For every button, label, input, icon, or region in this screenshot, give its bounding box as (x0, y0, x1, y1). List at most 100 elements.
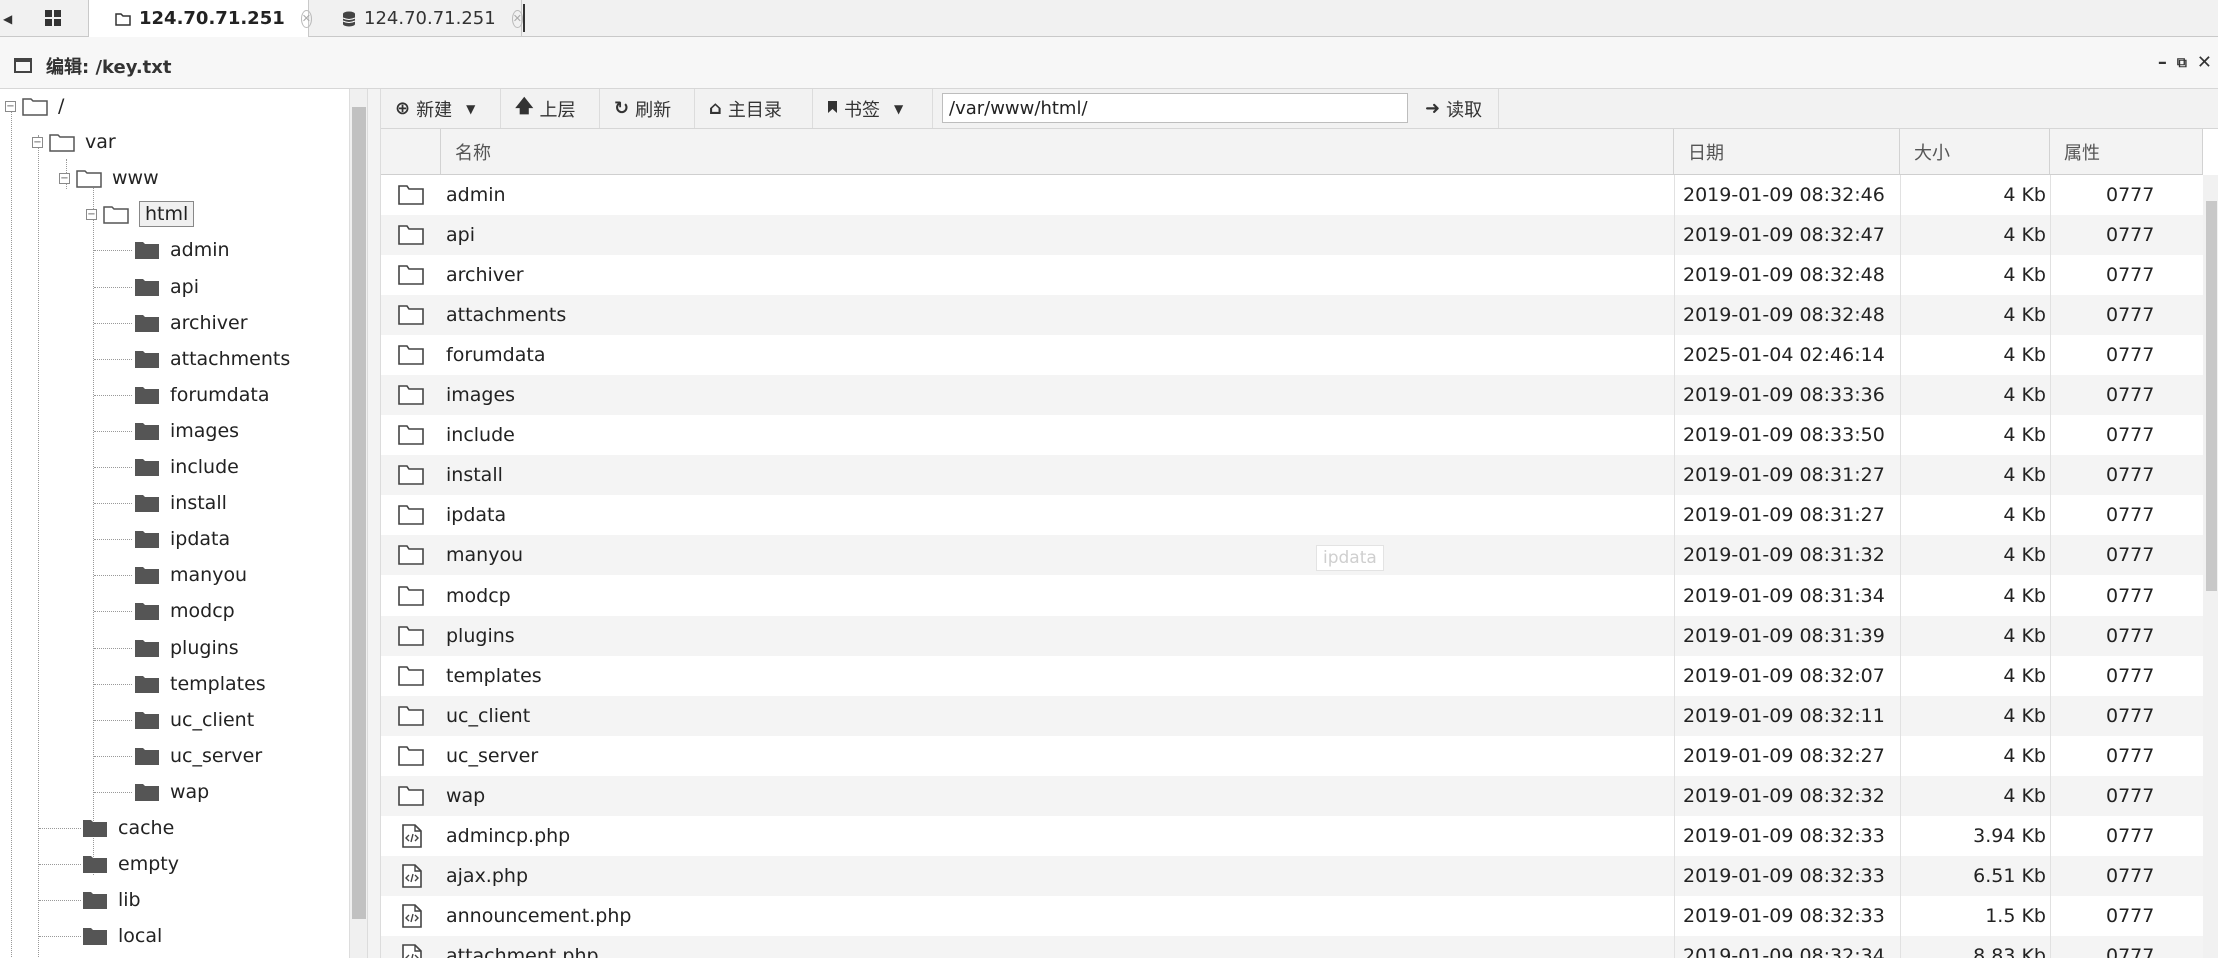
file-size-cell: 4 Kb (2003, 784, 2046, 807)
table-row[interactable]: admin 2019-01-09 08:32:46 4 Kb 0777 (381, 175, 2203, 215)
tree-node-root[interactable]: − / (5, 91, 64, 121)
tree-connector (94, 250, 132, 252)
tab-label: 124.70.71.251 (139, 8, 285, 29)
new-button[interactable]: ⊕ 新建 ▼ (381, 89, 501, 128)
tree-node-folder[interactable]: lib (82, 885, 141, 915)
tree-node-folder[interactable]: cache (82, 813, 174, 843)
refresh-icon: ↻ (614, 98, 630, 119)
table-row[interactable]: forumdata 2025-01-04 02:46:14 4 Kb 0777 (381, 335, 2203, 375)
file-name-cell: install (446, 464, 503, 487)
tree-node-folder[interactable]: manyou (134, 560, 247, 590)
tree-connector (94, 755, 132, 757)
tree-node-folder[interactable]: uc_server (134, 741, 262, 771)
table-row[interactable]: wap 2019-01-09 08:32:32 4 Kb 0777 (381, 775, 2203, 816)
table-row[interactable]: plugins 2019-01-09 08:31:39 4 Kb 0777 (381, 615, 2203, 656)
table-row[interactable]: api 2019-01-09 08:32:47 4 Kb 0777 (381, 215, 2203, 256)
file-date-cell: 2019-01-09 08:32:33 (1683, 904, 1885, 927)
tree-node-label: include (170, 456, 239, 478)
table-row[interactable]: ajax.php 2019-01-09 08:32:33 6.51 Kb 0777 (381, 855, 2203, 896)
table-row[interactable]: templates 2019-01-09 08:32:07 4 Kb 0777 (381, 656, 2203, 696)
code-file-icon (402, 864, 422, 888)
table-row[interactable]: ipdata 2019-01-09 08:31:27 4 Kb 0777 (381, 495, 2203, 535)
tree-node-folder[interactable]: archiver (134, 308, 248, 338)
table-row[interactable]: include 2019-01-09 08:33:50 4 Kb 0777 (381, 415, 2203, 455)
path-input[interactable] (942, 93, 1408, 123)
tree-node-folder[interactable]: modcp (134, 596, 235, 626)
tree-node-folder[interactable]: install (134, 488, 227, 518)
table-row[interactable]: manyou 2019-01-09 08:31:32 4 Kb 0777 (381, 535, 2203, 576)
close-button[interactable]: ✕ (2197, 52, 2212, 74)
tree-node-label: cache (118, 817, 175, 839)
apps-grid-button[interactable] (18, 0, 89, 36)
tree-node-www[interactable]: − www (59, 163, 159, 193)
table-row[interactable]: admincp.php 2019-01-09 08:32:33 3.94 Kb 077… (381, 816, 2203, 856)
table-row[interactable]: archiver 2019-01-09 08:32:48 4 Kb 0777 (381, 255, 2203, 295)
read-button[interactable]: ➜ 读取 (1411, 89, 1499, 128)
bookmark-button[interactable]: 书签 ▼ (813, 89, 933, 128)
file-name-cell: modcp (446, 584, 511, 607)
folder-icon (134, 529, 160, 549)
table-row[interactable]: attachment.php 2019-01-09 08:32:34 8.83 Kb… (381, 935, 2203, 958)
directory-tree: − / − var − www − html admin api archiver attachmen… (0, 89, 352, 958)
name-column-header[interactable]: 名称 (441, 129, 1674, 174)
up-button[interactable]: 🡅 上层 (501, 89, 600, 128)
tree-scrollbar[interactable] (349, 89, 367, 958)
table-row[interactable]: modcp 2019-01-09 08:31:34 4 Kb 0777 (381, 576, 2203, 616)
date-column-header[interactable]: 日期 (1674, 129, 1900, 174)
tree-node-folder[interactable]: images (134, 416, 239, 446)
table-row[interactable]: uc_client 2019-01-09 08:32:11 4 Kb 0777 (381, 695, 2203, 736)
tree-node-folder[interactable]: admin (134, 235, 230, 265)
folder-icon (134, 710, 160, 730)
tree-node-folder[interactable]: plugins (134, 633, 239, 663)
grid-scrollbar[interactable] (2203, 175, 2218, 958)
folder-icon (134, 349, 160, 369)
tree-connector (94, 719, 132, 721)
tree-collapse-toggle[interactable]: − (5, 100, 16, 112)
file-perm-cell: 0777 (2106, 264, 2155, 287)
file-size-cell: 6.51 Kb (1973, 864, 2046, 887)
file-date-cell: 2019-01-09 08:32:48 (1683, 264, 1885, 287)
table-row[interactable]: attachments 2019-01-09 08:32:48 4 Kb 0777 (381, 295, 2203, 336)
perm-column-header[interactable]: 属性 (2050, 129, 2203, 174)
tree-collapse-toggle[interactable]: − (32, 136, 43, 148)
file-size-cell: 4 Kb (2003, 464, 2046, 487)
tree-node-folder[interactable]: wap (134, 777, 209, 807)
tab-scroll-left-icon[interactable]: ◀ (3, 12, 12, 26)
folder-icon (134, 313, 160, 333)
file-name-cell: plugins (446, 624, 515, 647)
folder-open-icon (22, 96, 48, 116)
tree-node-folder[interactable]: forumdata (134, 380, 269, 410)
tab-close-icon[interactable]: ✕ (511, 9, 523, 28)
tab-file-manager[interactable]: 124.70.71.251 ✕ (88, 0, 312, 37)
tree-node-var[interactable]: − var (32, 127, 116, 157)
tree-collapse-toggle[interactable]: − (86, 208, 97, 220)
tree-node-label: / (58, 95, 65, 117)
restore-button[interactable]: ⧉ (2177, 52, 2187, 74)
pane-splitter[interactable] (367, 89, 381, 958)
tree-node-folder[interactable]: local (82, 921, 162, 951)
table-row[interactable]: install 2019-01-09 08:31:27 4 Kb 0777 (381, 455, 2203, 496)
home-button[interactable]: ⌂ 主目录 (695, 89, 813, 128)
tree-node-folder[interactable]: include (134, 452, 239, 482)
table-row[interactable]: uc_server 2019-01-09 08:32:27 4 Kb 0777 (381, 736, 2203, 776)
tree-node-html[interactable]: − html (86, 199, 195, 229)
minimize-button[interactable]: – (2158, 52, 2167, 74)
tree-node-folder[interactable]: ipdata (134, 524, 230, 554)
tab-database[interactable]: 124.70.71.251 ✕ (310, 0, 523, 37)
tree-node-folder[interactable]: templates (134, 669, 266, 699)
folder-icon (398, 383, 424, 406)
file-size-cell: 8.83 Kb (1973, 944, 2046, 958)
file-perm-cell: 0777 (2106, 304, 2155, 327)
tree-node-folder[interactable]: empty (82, 849, 179, 879)
size-column-header[interactable]: 大小 (1900, 129, 2050, 174)
tree-node-folder[interactable]: attachments (134, 344, 290, 374)
folder-icon (134, 277, 160, 297)
refresh-button[interactable]: ↻ 刷新 (600, 89, 695, 128)
window-title: 编辑: /key.txt (46, 57, 172, 78)
folder-icon (134, 565, 160, 585)
tree-node-folder[interactable]: api (134, 272, 199, 302)
table-row[interactable]: images 2019-01-09 08:33:36 4 Kb 0777 (381, 375, 2203, 416)
tree-node-folder[interactable]: uc_client (134, 705, 254, 735)
table-row[interactable]: announcement.php 2019-01-09 08:32:33 1.5 K… (381, 896, 2203, 936)
tree-collapse-toggle[interactable]: − (59, 172, 70, 184)
